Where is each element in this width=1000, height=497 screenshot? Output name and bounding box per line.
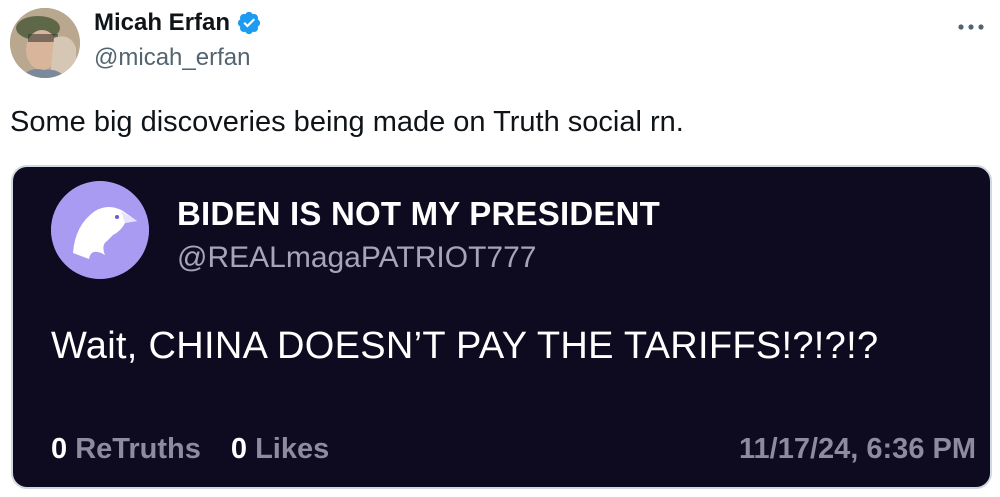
retruths-stat: 0 ReTruths xyxy=(51,433,201,466)
embedded-post-timestamp: 11/17/24, 6:36 PM xyxy=(739,433,976,465)
embedded-post-name: BIDEN IS NOT MY PRESIDENT xyxy=(177,195,660,232)
retruths-label: ReTruths xyxy=(75,433,201,465)
author-name-row[interactable]: Micah Erfan xyxy=(94,9,262,37)
more-horizontal-icon[interactable] xyxy=(956,8,986,39)
retruths-count: 0 xyxy=(51,433,68,465)
tweet-text: Some big discoveries being made on Truth… xyxy=(10,106,684,138)
author-handle[interactable]: @micah_erfan xyxy=(94,44,250,72)
verified-badge-icon xyxy=(237,11,261,35)
likes-stat: 0 Likes xyxy=(231,433,329,466)
likes-label: Likes xyxy=(255,433,330,465)
likes-count: 0 xyxy=(230,433,248,465)
embedded-post-text: Wait, CHINA DOESN’T PAY THE TARIFFS!?!?!… xyxy=(51,325,879,367)
embedded-post-card[interactable]: BIDEN IS NOT MY PRESIDENT @REALmagaPATRI… xyxy=(11,165,992,489)
embedded-post-handle: @REALmagaPATRIOT777 xyxy=(177,241,537,274)
embedded-post-stats: 0 ReTruths 0 Likes xyxy=(51,433,329,466)
author-name[interactable]: Micah Erfan xyxy=(94,9,230,37)
eagle-icon xyxy=(51,181,149,279)
avatar[interactable] xyxy=(10,8,80,78)
avatar-photo xyxy=(10,8,80,78)
truth-avatar xyxy=(51,181,149,279)
